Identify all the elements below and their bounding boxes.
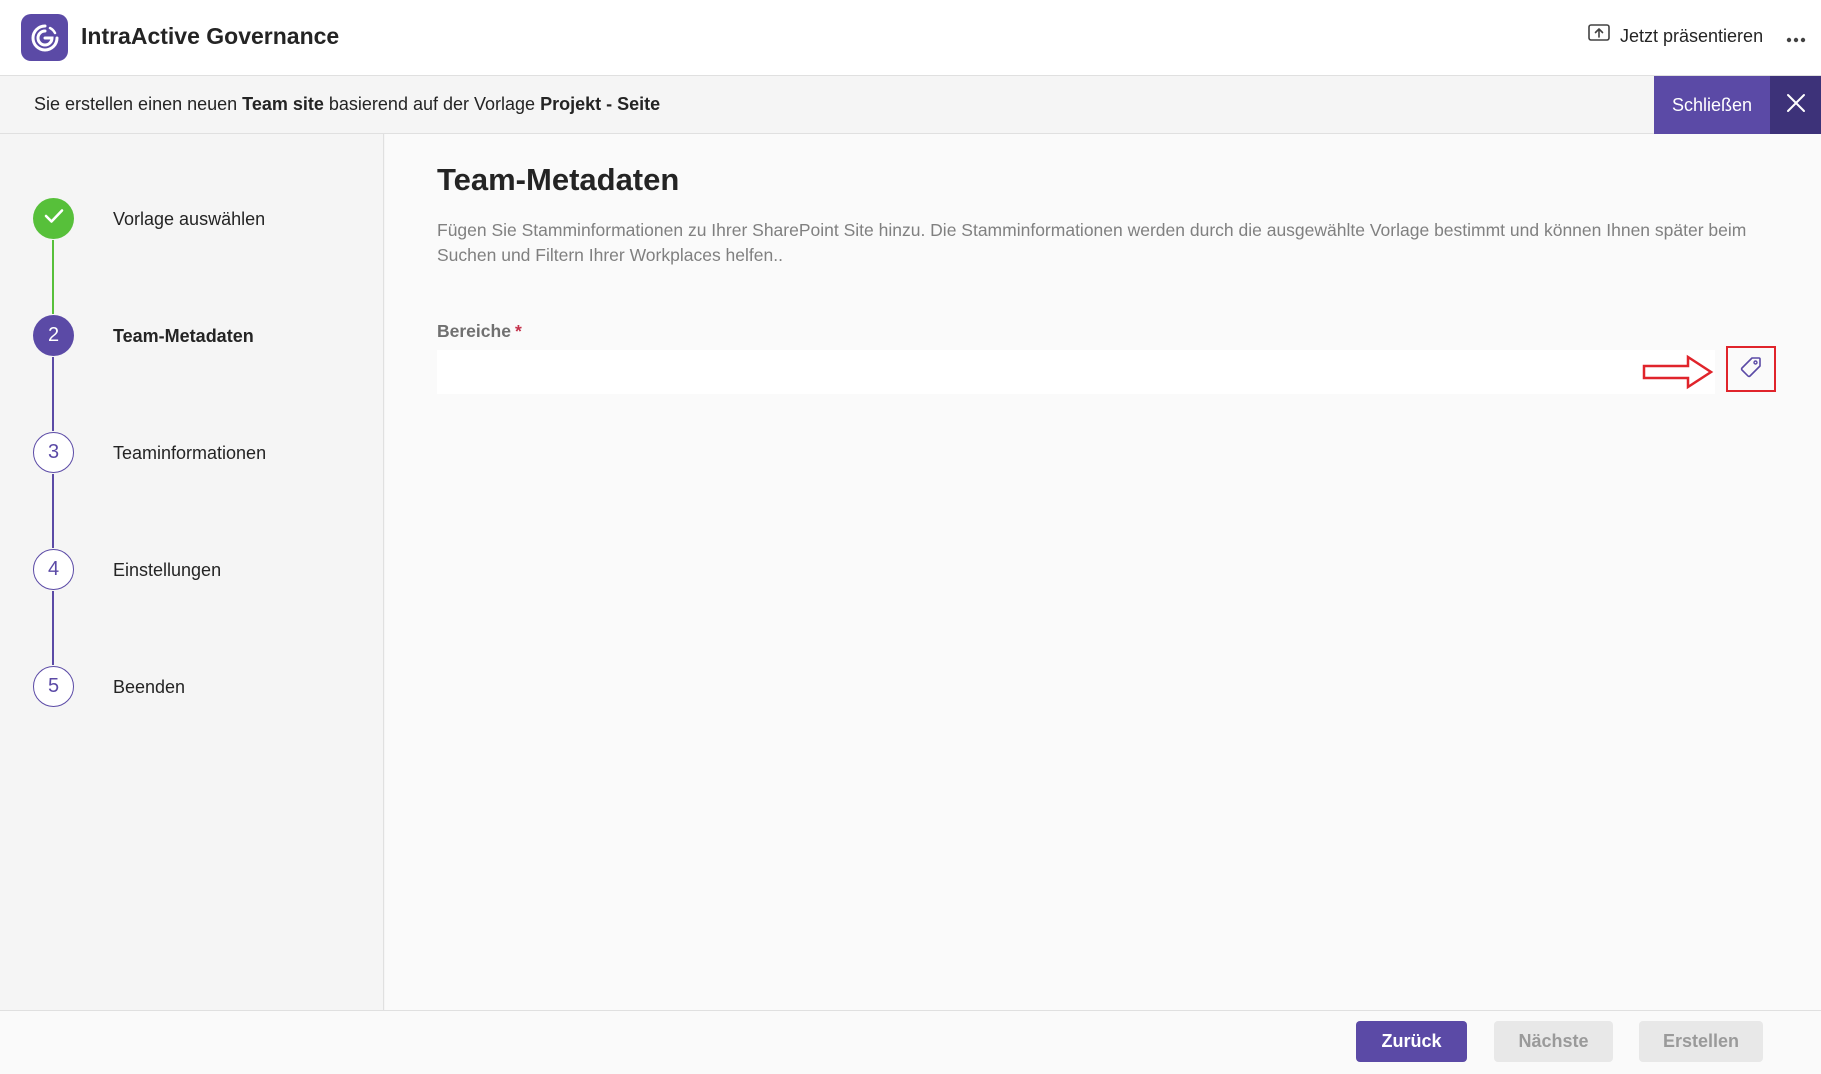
bereiche-label: Bereiche * <box>437 321 522 342</box>
step-connector <box>52 357 54 431</box>
step-connector <box>52 591 54 665</box>
governance-logo-icon <box>21 14 68 61</box>
app-header: IntraActive Governance Jetzt präsentiere… <box>0 0 1821 76</box>
close-x-button[interactable] <box>1770 76 1821 134</box>
share-screen-icon <box>1588 23 1610 49</box>
step-3-label[interactable]: Teaminformationen <box>113 443 266 464</box>
step-3-circle: 3 <box>33 432 74 473</box>
page-title: Team-Metadaten <box>437 162 680 197</box>
close-icon <box>1786 93 1806 118</box>
wizard-footer: Zurück Nächste Erstellen <box>0 1010 1821 1074</box>
main-content: Team-Metadaten Fügen Sie Stamminformatio… <box>385 134 1821 1010</box>
step-connector <box>52 474 54 548</box>
annotation-arrow-icon <box>1642 354 1714 390</box>
step-1-label[interactable]: Vorlage auswählen <box>113 209 265 230</box>
back-button[interactable]: Zurück <box>1356 1021 1467 1062</box>
present-now-button[interactable]: Jetzt präsentieren <box>1588 20 1763 52</box>
more-options-button[interactable] <box>1782 22 1810 50</box>
term-picker-button[interactable] <box>1726 346 1776 392</box>
close-button[interactable]: Schließen <box>1654 76 1770 134</box>
step-4-circle: 4 <box>33 549 74 590</box>
create-button[interactable]: Erstellen <box>1639 1021 1763 1062</box>
wizard-stepper: Vorlage auswählen 2 Team-Metadaten 3 Tea… <box>0 134 384 1010</box>
info-middle: basierend auf der Vorlage <box>328 94 536 114</box>
step-5-label[interactable]: Beenden <box>113 677 185 698</box>
step-2-label[interactable]: Team-Metadaten <box>113 326 254 347</box>
creation-info-bar: Sie erstellen einen neuen Team site basi… <box>0 76 1821 134</box>
creation-info-text: Sie erstellen einen neuen Team site basi… <box>34 94 660 115</box>
page-description: Fügen Sie Stamminformationen zu Ihrer Sh… <box>437 220 1747 265</box>
bereiche-input[interactable] <box>437 350 1715 394</box>
next-button[interactable]: Nächste <box>1494 1021 1613 1062</box>
present-now-label: Jetzt präsentieren <box>1620 25 1764 46</box>
step-5-circle: 5 <box>33 666 74 707</box>
info-site-type: Team site <box>242 94 324 114</box>
step-1-circle <box>33 198 74 239</box>
required-marker: * <box>514 321 522 341</box>
more-horizontal-icon <box>1786 23 1806 49</box>
checkmark-icon <box>44 207 64 230</box>
info-prefix: Sie erstellen einen neuen <box>34 94 238 114</box>
step-4-label[interactable]: Einstellungen <box>113 560 221 581</box>
step-connector <box>52 240 54 314</box>
tag-icon <box>1739 355 1763 384</box>
step-2-circle: 2 <box>33 315 74 356</box>
app-title: IntraActive Governance <box>81 23 340 49</box>
bereiche-label-text: Bereiche <box>437 321 511 341</box>
info-template-name: Projekt - Seite <box>540 94 661 114</box>
